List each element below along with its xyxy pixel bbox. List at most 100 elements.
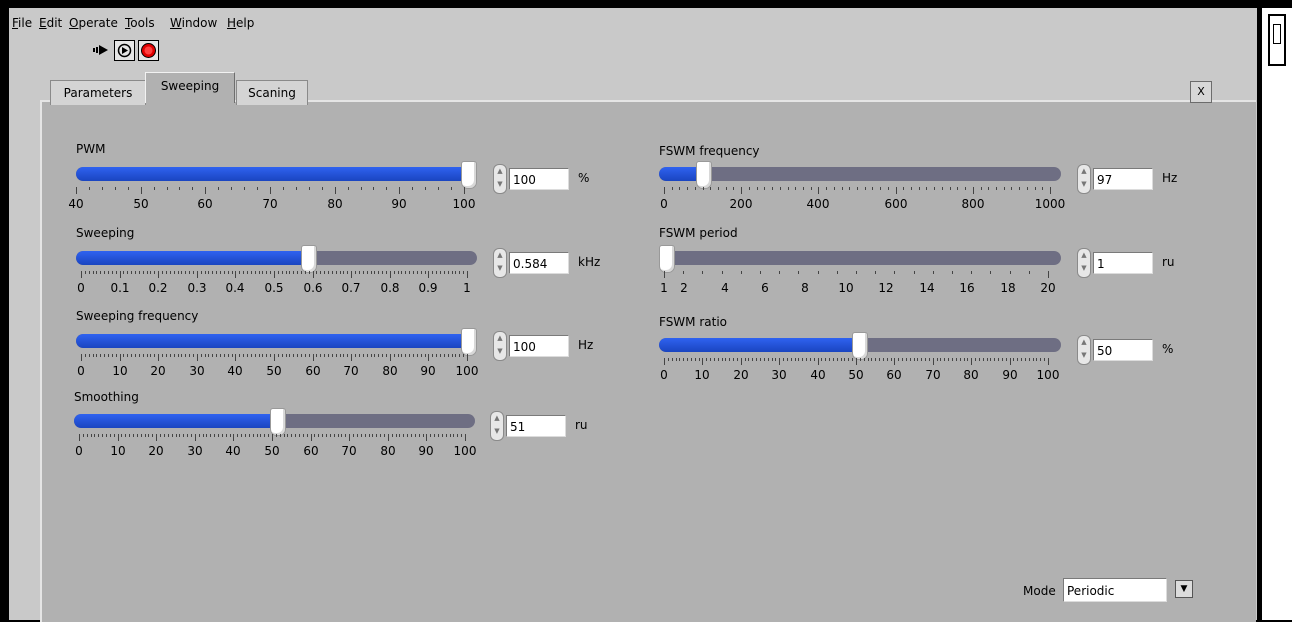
minor-tick [779, 271, 780, 274]
menu-operate[interactable]: Operate [69, 16, 118, 30]
minor-tick [914, 358, 915, 361]
mode-field[interactable]: Periodic [1063, 578, 1167, 602]
fswm-ratio-slider-thumb[interactable] [852, 332, 868, 360]
fswm-frequency-numeric-field[interactable]: 97 [1093, 168, 1153, 190]
minor-tick [446, 434, 447, 437]
minor-tick [89, 187, 90, 190]
minor-tick [929, 358, 930, 361]
major-tick [1010, 358, 1011, 365]
minor-tick [102, 434, 103, 437]
minor-tick [933, 271, 934, 274]
fswm-frequency-tick-label: 400 [806, 197, 830, 211]
minor-tick [224, 354, 225, 357]
minor-tick [345, 434, 346, 437]
minor-tick [1042, 187, 1043, 190]
pwm-slider-thumb[interactable] [461, 161, 477, 189]
minor-tick [806, 358, 807, 361]
minor-tick [676, 358, 677, 361]
sweeping-tick-label: 0.4 [225, 281, 245, 295]
minor-tick [461, 434, 462, 437]
sweeping-frequency-slider-track[interactable] [76, 334, 477, 348]
run-arrow-icon[interactable] [91, 40, 111, 60]
pwm-numeric-field[interactable]: 100 [509, 168, 569, 190]
minor-tick [289, 354, 290, 357]
minor-tick [220, 271, 221, 274]
sweeping-scale [81, 271, 468, 281]
sweeping-frequency-slider-thumb[interactable] [461, 328, 477, 356]
minor-tick [296, 187, 297, 190]
menu-help[interactable]: Help [227, 16, 254, 30]
major-tick [335, 187, 336, 194]
run-continuously-icon[interactable] [114, 40, 135, 61]
sweeping-frequency-numeric-field[interactable]: 100 [509, 335, 569, 357]
minor-tick [691, 358, 692, 361]
sweeping-increment-decrement-icon[interactable]: ▲ ▼ [493, 248, 507, 278]
pwm-slider-track[interactable] [76, 167, 477, 181]
fswm-ratio-numeric-field[interactable]: 50 [1093, 339, 1153, 361]
minor-tick [208, 271, 209, 274]
tab-scaning[interactable]: Scaning [236, 80, 308, 105]
pwm-increment-decrement-icon[interactable]: ▲ ▼ [493, 164, 507, 194]
fswm-period-numeric-field[interactable]: 1 [1093, 252, 1153, 274]
fswm-frequency-slider-track[interactable] [659, 167, 1061, 181]
sweeping-numeric-field[interactable]: 0.584 [509, 252, 569, 274]
minor-tick [841, 358, 842, 361]
minor-tick [432, 354, 433, 357]
tab-parameters[interactable]: Parameters [50, 80, 146, 105]
fswm-ratio-tick-label: 80 [963, 368, 979, 382]
smoothing-tick-label: 60 [303, 444, 319, 458]
minor-tick [125, 434, 126, 437]
major-tick [390, 354, 391, 361]
minor-tick [1011, 187, 1012, 190]
major-tick [428, 354, 429, 361]
minor-tick [355, 271, 356, 274]
minor-tick [295, 434, 296, 437]
sweeping-slider-thumb[interactable] [301, 245, 317, 273]
smoothing-slider-thumb[interactable] [270, 408, 286, 436]
smoothing-increment-decrement-icon[interactable]: ▲ ▼ [490, 411, 504, 441]
minor-tick [880, 187, 881, 190]
close-button[interactable]: X [1190, 81, 1212, 103]
dropdown-arrow-icon[interactable]: ▼ [1175, 580, 1193, 598]
sweeping-frequency-increment-decrement-icon[interactable]: ▲ ▼ [493, 331, 507, 361]
menu-tools[interactable]: Tools [125, 16, 155, 30]
minor-tick [421, 271, 422, 274]
fswm-period-slider-track[interactable] [659, 251, 1061, 265]
minor-tick [282, 354, 283, 357]
minor-tick [994, 358, 995, 361]
tab-sweeping[interactable]: Sweeping [145, 72, 235, 103]
minor-tick [407, 434, 408, 437]
menu-window[interactable]: Window [170, 16, 217, 30]
minor-tick [451, 187, 452, 190]
minor-tick [802, 358, 803, 361]
menu-edit[interactable]: Edit [39, 16, 62, 30]
minor-tick [278, 354, 279, 357]
minor-tick [214, 434, 215, 437]
major-tick [971, 358, 972, 365]
abort-stop-icon[interactable] [138, 40, 159, 61]
minor-tick [455, 271, 456, 274]
minor-tick [1006, 358, 1007, 361]
fswm-period-slider-thumb[interactable] [659, 245, 675, 273]
minor-tick [756, 358, 757, 361]
minor-tick [203, 434, 204, 437]
fswm-ratio-increment-decrement-icon[interactable]: ▲ ▼ [1077, 335, 1091, 365]
minor-tick [1021, 358, 1022, 361]
fswm-frequency-slider-thumb[interactable] [696, 161, 712, 189]
minor-tick [960, 358, 961, 361]
minor-tick [425, 354, 426, 357]
minor-tick [89, 271, 90, 274]
sweeping-tick-label: 0 [77, 281, 85, 295]
vi-icon [1268, 14, 1286, 66]
fswm-frequency-increment-decrement-icon[interactable]: ▲ ▼ [1077, 164, 1091, 194]
fswm-period-increment-decrement-icon[interactable]: ▲ ▼ [1077, 248, 1091, 278]
sweeping-frequency-tick-label: 30 [189, 364, 205, 378]
sweeping-slider-track[interactable] [76, 251, 477, 265]
minor-tick [990, 358, 991, 361]
menu-file[interactable]: File [12, 16, 32, 30]
smoothing-numeric-field[interactable]: 51 [506, 415, 566, 437]
minor-tick [291, 434, 292, 437]
minor-tick [183, 434, 184, 437]
major-tick [1048, 271, 1049, 278]
minor-tick [394, 354, 395, 357]
